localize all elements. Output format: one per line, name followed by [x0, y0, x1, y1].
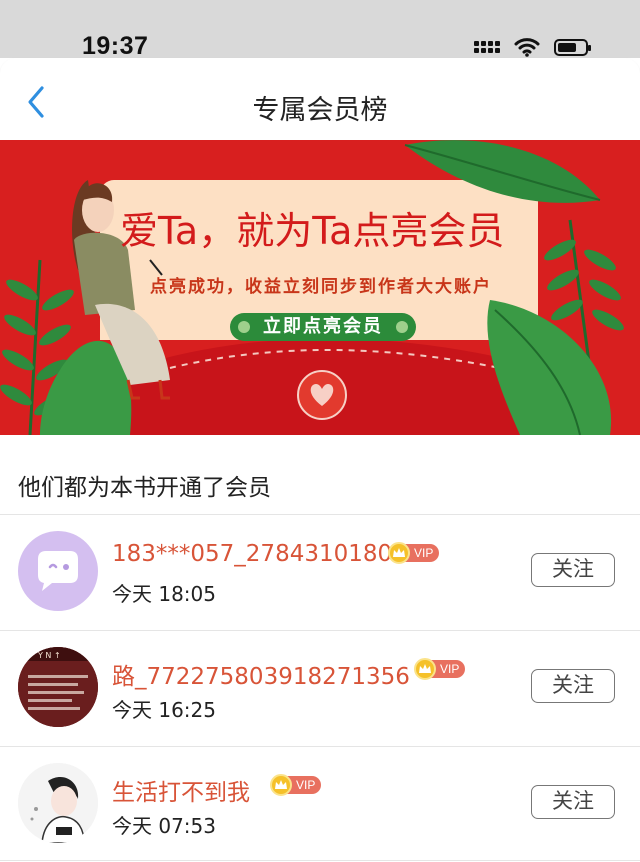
- cta-dot-left: [238, 321, 250, 333]
- crown-icon: [388, 542, 410, 564]
- signal-icon: [474, 41, 500, 53]
- avatar[interactable]: Y N ↑: [18, 647, 98, 727]
- member-row: 183***057_2784310180 VIP 今天 18:05 关注: [0, 515, 640, 630]
- avatar-image: [18, 763, 98, 843]
- light-up-vip-button[interactable]: 立即点亮会员: [230, 313, 416, 341]
- member-time: 今天 18:05: [112, 582, 216, 606]
- member-time: 今天 16:25: [112, 698, 216, 722]
- status-bar: 19:37: [0, 0, 640, 60]
- avatar[interactable]: [18, 763, 98, 843]
- svg-text:Y N ↑: Y N ↑: [37, 651, 61, 660]
- member-row: 生活打不到我 VIP 今天 07:53 关注: [0, 747, 640, 862]
- avatar[interactable]: [18, 531, 98, 611]
- follow-button[interactable]: 关注: [531, 669, 615, 703]
- member-time: 今天 07:53: [112, 814, 216, 838]
- crown-icon: [414, 658, 436, 680]
- vip-badge: VIP: [414, 658, 466, 680]
- member-name[interactable]: 生活打不到我: [112, 773, 250, 807]
- status-icons: [474, 37, 591, 57]
- member-name[interactable]: 183***057_2784310180: [112, 541, 392, 567]
- battery-icon: [554, 38, 591, 56]
- vip-badge: VIP: [388, 542, 440, 564]
- promo-banner[interactable]: 爱Ta，就为Ta点亮会员 点亮成功，收益立刻同步到作者大大账户 立即点亮会员: [0, 140, 640, 435]
- member-name[interactable]: 路_772275803918271356: [112, 657, 410, 691]
- nav-bar: 专属会员榜: [0, 58, 640, 140]
- member-row: Y N ↑ 路_772275803918271356 VIP 今天 16:25 …: [0, 631, 640, 746]
- page-title: 专属会员榜: [252, 95, 388, 126]
- follow-button[interactable]: 关注: [531, 785, 615, 819]
- chat-bubble-icon: [38, 551, 78, 591]
- banner-headline: 爱Ta，就为Ta点亮会员: [120, 209, 505, 253]
- banner-subtitle: 点亮成功，收益立刻同步到作者大大账户: [150, 277, 492, 297]
- wifi-icon: [514, 38, 540, 57]
- follow-button[interactable]: 关注: [531, 553, 615, 587]
- vip-badge: VIP: [270, 774, 322, 796]
- status-time: 19:37: [82, 32, 149, 60]
- cta-dot-right: [396, 321, 408, 333]
- cta-label: 立即点亮会员: [263, 316, 383, 337]
- section-title: 他们都为本书开通了会员: [18, 475, 271, 501]
- crown-icon: [270, 774, 292, 796]
- avatar-image: Y N ↑: [18, 647, 98, 727]
